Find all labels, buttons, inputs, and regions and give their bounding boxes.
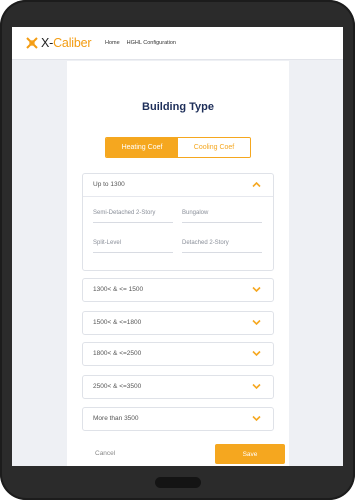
logo-main: Caliber: [53, 36, 92, 50]
accordion-more-than-3500: More than 3500: [82, 407, 274, 431]
accordion-body: Semi-Detached 2-Story Bungalow Split-Lev…: [83, 196, 273, 270]
chevron-down-icon: [252, 350, 261, 357]
tab-cooling-coef[interactable]: Cooling Coef: [178, 138, 250, 157]
field-detached-2-story[interactable]: Detached 2-Story: [182, 240, 262, 253]
accordion-label: More than 3500: [93, 415, 139, 422]
accordion-header[interactable]: 1500< & <=1800: [83, 312, 273, 334]
accordion-2500-3500: 2500< & <=3500: [82, 375, 274, 399]
xcaliber-logo-icon: [26, 37, 38, 49]
accordion-header[interactable]: 1300< & <= 1500: [83, 279, 273, 301]
logo-text: X-Caliber: [41, 36, 92, 50]
accordion-label: 2500< & <=3500: [93, 383, 142, 390]
accordion-1500-1800: 1500< & <=1800: [82, 311, 274, 335]
page-title: Building Type: [142, 101, 214, 113]
accordion-label: 1800< & <=2500: [93, 350, 142, 357]
accordion-label: 1300< & <= 1500: [93, 286, 144, 293]
top-navbar: X-Caliber Home HGHL Configuration: [12, 27, 343, 60]
tab-heating-coef[interactable]: Heating Coef: [106, 138, 178, 157]
chevron-down-icon: [252, 286, 261, 293]
save-button[interactable]: Save: [215, 444, 285, 464]
accordion-header[interactable]: 1800< & <=2500: [83, 343, 273, 365]
cancel-button[interactable]: Cancel: [95, 450, 115, 457]
accordion-header[interactable]: 2500< & <=3500: [83, 376, 273, 398]
home-button[interactable]: [155, 477, 201, 488]
field-semi-detached-2-story[interactable]: Semi-Detached 2-Story: [93, 210, 173, 223]
accordion-header[interactable]: Up to 1300: [83, 174, 273, 196]
logo[interactable]: X-Caliber: [25, 36, 92, 50]
coef-toggle: Heating Coef Cooling Coef: [105, 137, 251, 158]
chevron-down-icon: [252, 383, 261, 390]
chevron-up-icon: [252, 181, 261, 188]
nav-link-hghl-configuration[interactable]: HGHL Configuration: [127, 40, 176, 46]
app-screen: X-Caliber Home HGHL Configuration Buildi…: [12, 27, 343, 466]
field-split-level[interactable]: Split-Level: [93, 240, 173, 253]
accordion-header[interactable]: More than 3500: [83, 408, 273, 430]
accordion-1800-2500: 1800< & <=2500: [82, 342, 274, 366]
nav-link-home[interactable]: Home: [105, 40, 120, 46]
accordion-up-to-1300: Up to 1300 Semi-Detached 2-Story Bungalo…: [82, 173, 274, 271]
logo-prefix: X-: [41, 36, 54, 50]
chevron-down-icon: [252, 415, 261, 422]
field-bungalow[interactable]: Bungalow: [182, 210, 262, 223]
accordion-label: 1500< & <=1800: [93, 319, 142, 326]
chevron-down-icon: [252, 319, 261, 326]
building-type-card: Building Type Heating Coef Cooling Coef …: [67, 61, 289, 466]
accordion-label: Up to 1300: [93, 181, 125, 188]
nav-links: Home HGHL Configuration: [105, 40, 176, 46]
accordion-1300-1500: 1300< & <= 1500: [82, 278, 274, 302]
tablet-frame: X-Caliber Home HGHL Configuration Buildi…: [0, 0, 355, 500]
